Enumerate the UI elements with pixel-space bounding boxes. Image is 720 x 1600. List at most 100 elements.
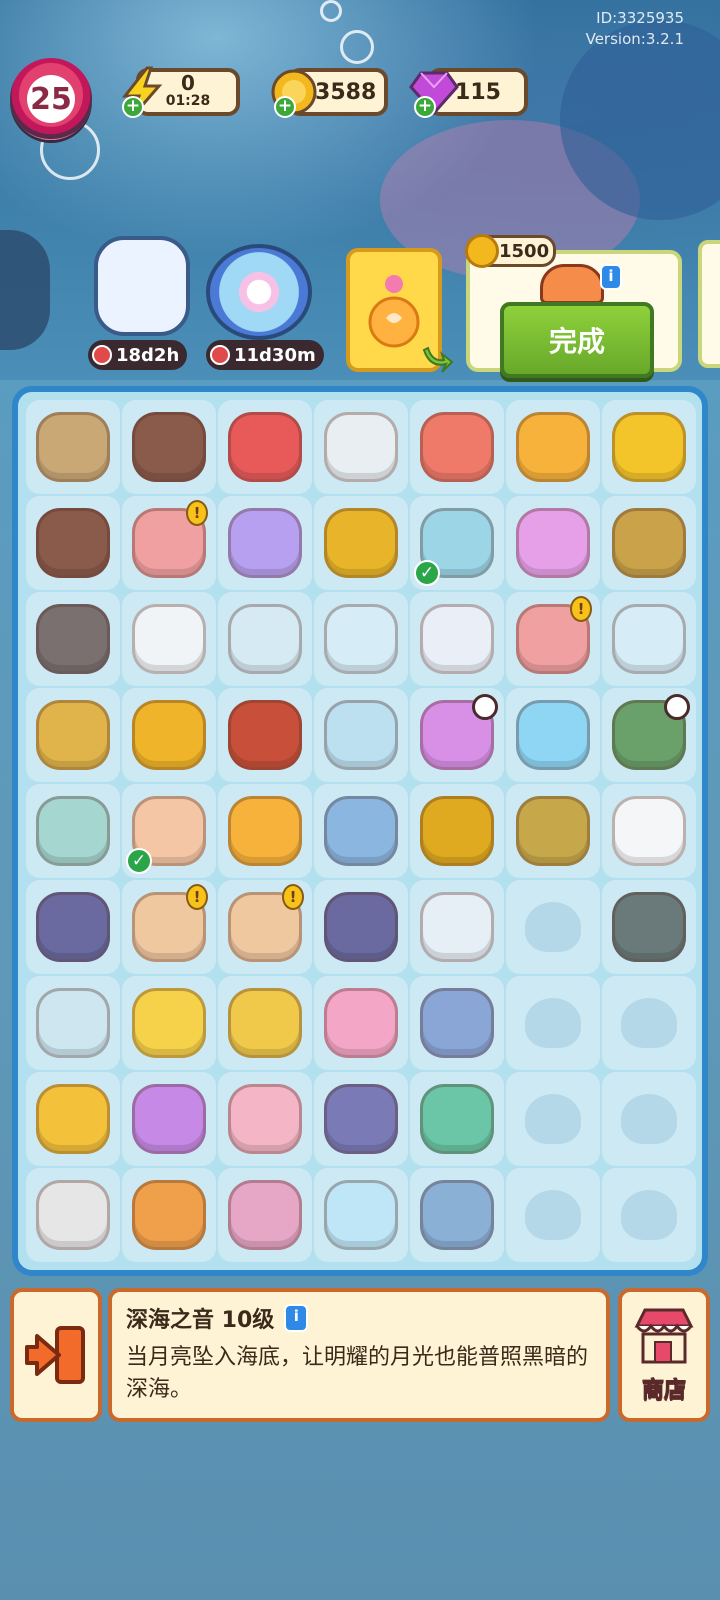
board-cell[interactable]: !: [506, 592, 600, 686]
item-info-panel: 深海之音 10级 i 当月亮坠入海底，让明耀的月光也能普照黑暗的深海。: [108, 1288, 610, 1422]
coin-counter[interactable]: + 13588: [271, 68, 388, 118]
board-cell[interactable]: [410, 880, 504, 974]
board-cell[interactable]: [506, 784, 600, 878]
empty-cell[interactable]: [506, 880, 600, 974]
fish-love-icon: [324, 796, 398, 866]
captain-duck-event[interactable]: [0, 230, 50, 350]
board-cell[interactable]: [26, 400, 120, 494]
board-cell[interactable]: [602, 688, 696, 782]
alert-icon: !: [186, 500, 208, 526]
add-coins-icon[interactable]: +: [274, 96, 296, 118]
order-info-icon[interactable]: i: [600, 264, 622, 290]
board-cell[interactable]: [410, 1072, 504, 1166]
board-cell[interactable]: [122, 592, 216, 686]
jellyfish-blue-icon: [228, 508, 302, 578]
shop-button[interactable]: 商店: [618, 1288, 710, 1422]
board-cell[interactable]: [314, 496, 408, 590]
board-cell[interactable]: [410, 400, 504, 494]
board-cell[interactable]: ✓: [410, 496, 504, 590]
board-cell[interactable]: [602, 880, 696, 974]
board-cell[interactable]: [26, 688, 120, 782]
potion-icon: [368, 275, 420, 348]
board-cell[interactable]: [314, 784, 408, 878]
trash-bag-icon: [36, 604, 110, 674]
board-cell[interactable]: [314, 1168, 408, 1262]
alert-icon: !: [282, 884, 304, 910]
empty-cell[interactable]: [506, 1168, 600, 1262]
shop-label: 商店: [641, 1378, 686, 1404]
stopwatch-icon: [324, 604, 398, 674]
board-cell[interactable]: [602, 496, 696, 590]
board-cell[interactable]: [314, 880, 408, 974]
next-order-card[interactable]: [698, 240, 720, 368]
board-cell[interactable]: !: [122, 880, 216, 974]
quest-card[interactable]: [346, 248, 454, 373]
complete-order-button[interactable]: 完成: [500, 302, 654, 378]
empty-cell[interactable]: [602, 976, 696, 1070]
board-cell[interactable]: [410, 976, 504, 1070]
board-cell[interactable]: [506, 496, 600, 590]
add-energy-icon[interactable]: +: [122, 96, 144, 118]
level-badge[interactable]: 25: [10, 58, 92, 140]
empty-cell[interactable]: [506, 976, 600, 1070]
pearl-pile-icon: [36, 1084, 110, 1154]
board-cell[interactable]: [122, 688, 216, 782]
board-cell[interactable]: [218, 592, 312, 686]
board-cell[interactable]: !: [122, 496, 216, 590]
board-cell[interactable]: [26, 496, 120, 590]
check-icon: ✓: [414, 560, 440, 586]
item-info-icon[interactable]: i: [284, 1304, 309, 1332]
board-cell[interactable]: [26, 1072, 120, 1166]
board-cell[interactable]: ✓: [122, 784, 216, 878]
version-label: Version:3.2.1: [585, 30, 684, 48]
board-cell[interactable]: [314, 976, 408, 1070]
board-cell[interactable]: [218, 784, 312, 878]
board-cell[interactable]: [602, 592, 696, 686]
board-cell[interactable]: !: [218, 880, 312, 974]
board-cell[interactable]: [218, 976, 312, 1070]
energy-counter[interactable]: + 0 01:28: [121, 66, 240, 118]
duck-event-icon: [94, 236, 190, 336]
board-cell[interactable]: [122, 976, 216, 1070]
board-cell[interactable]: [602, 400, 696, 494]
board-cell[interactable]: [218, 1168, 312, 1262]
snail-flower-icon: [228, 1180, 302, 1250]
empty-cell[interactable]: [602, 1168, 696, 1262]
board-cell[interactable]: [410, 592, 504, 686]
board-cell[interactable]: [218, 1072, 312, 1166]
board-cell[interactable]: [314, 1072, 408, 1166]
board-cell[interactable]: [218, 400, 312, 494]
item-title: 深海之音 10级: [126, 1308, 275, 1333]
board-cell[interactable]: [602, 784, 696, 878]
board-cell[interactable]: [506, 400, 600, 494]
board-cell[interactable]: [26, 880, 120, 974]
add-gems-icon[interactable]: +: [414, 96, 436, 118]
gem-counter[interactable]: + 115: [409, 68, 528, 118]
board-cell[interactable]: [410, 1168, 504, 1262]
board-cell[interactable]: [506, 688, 600, 782]
board-cell[interactable]: [122, 1168, 216, 1262]
board-cell[interactable]: [314, 400, 408, 494]
board-cell[interactable]: [410, 784, 504, 878]
board-cell[interactable]: [314, 688, 408, 782]
duck-event-button[interactable]: 18d2h: [88, 230, 198, 370]
mermaid-order-icon: [540, 264, 604, 304]
board-cell[interactable]: [218, 688, 312, 782]
whirlpool-event-button[interactable]: 11d30m: [206, 230, 324, 370]
board-cell[interactable]: [218, 496, 312, 590]
coral-net-icon: [132, 412, 206, 482]
board-cell[interactable]: [410, 688, 504, 782]
board-cell[interactable]: [314, 592, 408, 686]
empty-cell[interactable]: [506, 1072, 600, 1166]
exit-button[interactable]: [10, 1288, 102, 1422]
alert-icon: !: [186, 884, 208, 910]
timer-lock-icon: [472, 694, 498, 720]
board-cell[interactable]: [26, 1168, 120, 1262]
board-cell[interactable]: [122, 1072, 216, 1166]
board-cell[interactable]: [122, 400, 216, 494]
board-cell[interactable]: [26, 976, 120, 1070]
board-cell[interactable]: [26, 592, 120, 686]
empty-cell[interactable]: [602, 1072, 696, 1166]
coral-net-icon: [36, 508, 110, 578]
board-cell[interactable]: [26, 784, 120, 878]
